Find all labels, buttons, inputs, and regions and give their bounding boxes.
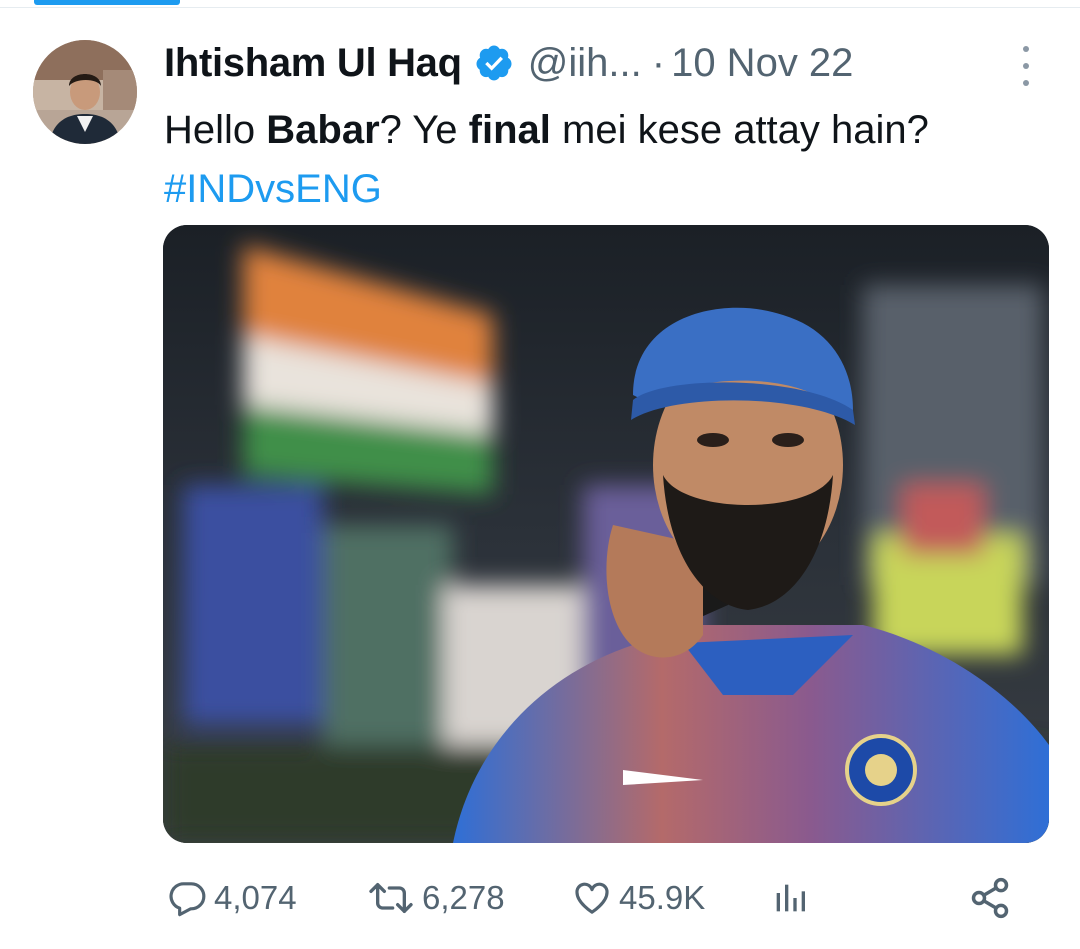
like-button[interactable]: 45.9K (571, 870, 705, 926)
more-dot (1023, 63, 1029, 69)
tweet-date[interactable]: 10 Nov 22 (671, 41, 853, 86)
top-bar (0, 0, 1080, 8)
analytics-button[interactable] (770, 870, 810, 926)
retweet-icon (369, 883, 413, 913)
share-button[interactable] (968, 870, 1012, 926)
retweet-count: 6,278 (422, 879, 505, 916)
analytics-icon (776, 884, 805, 912)
more-dot (1023, 46, 1029, 52)
reply-button[interactable]: 4,074 (168, 870, 297, 926)
retweet-button[interactable]: 6,278 (366, 870, 505, 926)
avatar-image (33, 40, 137, 144)
active-tab-indicator (34, 0, 180, 5)
hashtag-link[interactable]: #INDvsENG (164, 164, 382, 214)
avatar[interactable] (33, 40, 137, 144)
verified-badge-icon (476, 45, 512, 81)
text-segment: mei kese attay hain? (550, 108, 929, 152)
tweet-actions: 4,074 6,278 45.9K (163, 870, 1023, 926)
like-icon (575, 882, 609, 914)
text-bold-segment: final (468, 108, 551, 152)
more-options-icon[interactable] (1018, 46, 1034, 86)
reply-count: 4,074 (214, 879, 297, 916)
tweet[interactable]: Ihtisham Ul Haq @iih... · 10 Nov 22 Hell… (0, 8, 1080, 949)
photo-scene (163, 225, 1049, 843)
separator-dot: · (651, 40, 666, 85)
more-dot (1023, 80, 1029, 86)
author-name[interactable]: Ihtisham Ul Haq (164, 41, 462, 86)
text-segment: ? Ye (379, 108, 469, 152)
tweet-text: Hello Babar? Ye final mei kese attay hai… (164, 105, 929, 155)
tweet-header: Ihtisham Ul Haq @iih... · 10 Nov 22 (164, 38, 1040, 88)
like-count: 45.9K (619, 879, 706, 916)
text-bold-segment: Babar (266, 108, 380, 152)
author-handle[interactable]: @iih... (528, 41, 642, 86)
tweet-image[interactable] (163, 225, 1049, 843)
reply-icon (169, 882, 206, 917)
text-segment: Hello (164, 108, 267, 152)
share-icon (971, 877, 1009, 919)
